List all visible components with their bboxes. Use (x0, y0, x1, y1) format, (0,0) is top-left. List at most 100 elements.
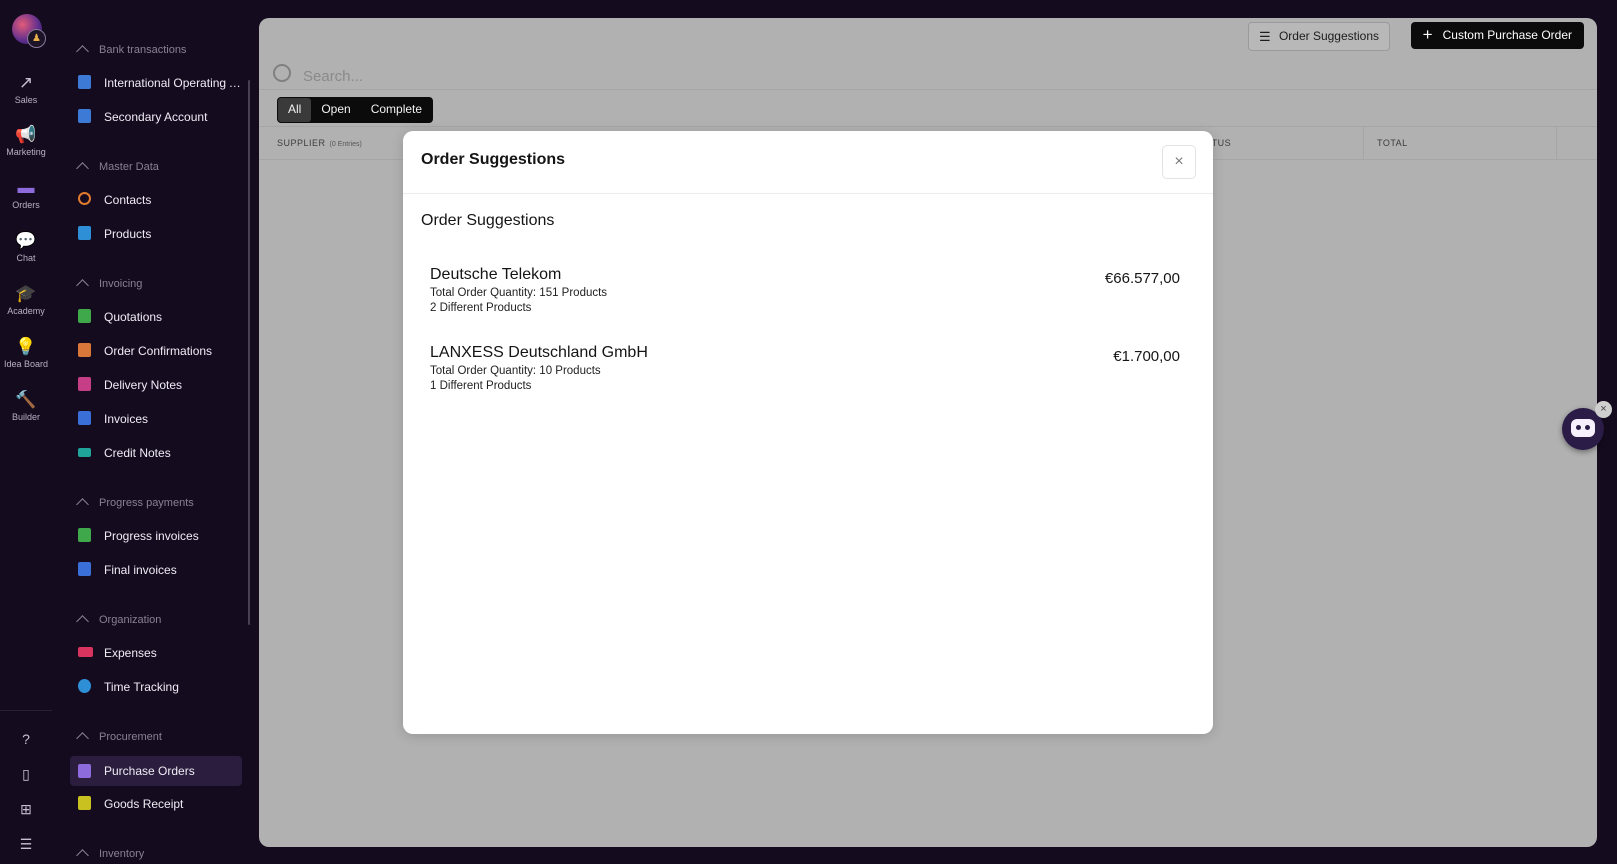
cash-icon (78, 647, 93, 657)
sidebar-item-label: Final invoices (104, 563, 177, 577)
filter-all[interactable]: All (278, 98, 312, 122)
document-icon (78, 343, 91, 357)
sidebar-item-secondary-account[interactable]: Secondary Account (76, 103, 240, 131)
suggestion-supplier: Deutsche Telekom (430, 266, 562, 283)
tag-icon (78, 448, 91, 457)
group-inventory[interactable]: Inventory (76, 848, 145, 862)
group-label: Bank transactions (99, 44, 187, 56)
person-icon (78, 192, 91, 205)
rail-label: Orders (12, 200, 40, 210)
bank-icon (78, 75, 91, 89)
sidebar-item-time-tracking[interactable]: Time Tracking (76, 673, 240, 701)
sidebar-item-expenses[interactable]: Expenses (76, 639, 240, 667)
filter-open[interactable]: Open (311, 98, 360, 122)
hammer-icon: 🔨 (15, 390, 37, 409)
column-total[interactable]: TOTAL (1377, 138, 1408, 148)
sidebar-item-credit-notes[interactable]: Credit Notes (76, 439, 240, 467)
apps-grid-icon[interactable]: ⊞ (0, 801, 52, 818)
rail-idea-board[interactable]: 💡 Idea Board (0, 337, 52, 369)
rail-orders[interactable]: ▬ Orders (0, 178, 52, 210)
sidebar-item-products[interactable]: Products (76, 220, 240, 248)
sidebar-item-label: Expenses (104, 646, 157, 660)
rail-marketing[interactable]: 📢 Marketing (0, 125, 52, 157)
group-progress-payments[interactable]: Progress payments (76, 497, 194, 511)
suggestion-product-count: 1 Different Products (430, 380, 532, 392)
sidebar-item-delivery-notes[interactable]: Delivery Notes (76, 371, 240, 399)
sidebar-item-label: Quotations (104, 310, 163, 324)
chevron-up-icon (76, 615, 89, 628)
rail-label: Idea Board (3, 359, 49, 369)
sidebar-item-invoices[interactable]: Invoices (76, 405, 240, 433)
cart-icon (78, 764, 91, 778)
stopwatch-icon (78, 679, 91, 693)
sliders-icon[interactable]: ☰ (0, 836, 52, 853)
rail-chat[interactable]: 💬 Chat (0, 231, 52, 263)
entries-count: (0 Entries) (329, 141, 362, 148)
sidebar-item-goods-receipt[interactable]: Goods Receipt (76, 790, 240, 818)
sidebar-scrollbar[interactable] (248, 80, 250, 625)
group-master-data[interactable]: Master Data (76, 161, 159, 175)
close-icon[interactable]: × (1162, 145, 1196, 179)
sidebar-item-label: Progress invoices (104, 529, 199, 543)
graduation-cap-icon: 🎓 (15, 284, 37, 303)
suggestion-item[interactable]: Deutsche Telekom Total Order Quantity: 1… (430, 266, 1180, 314)
group-label: Procurement (99, 731, 162, 743)
group-invoicing[interactable]: Invoicing (76, 278, 142, 292)
help-icon[interactable]: ? (0, 731, 52, 747)
column-divider (1556, 127, 1557, 159)
rail-builder[interactable]: 🔨 Builder (0, 390, 52, 422)
status-filter: All Open Complete (277, 97, 434, 123)
rail-label: Builder (11, 412, 40, 422)
modal-title: Order Suggestions (421, 151, 566, 168)
filter-complete[interactable]: Complete (361, 98, 432, 122)
rail-academy[interactable]: 🎓 Academy (0, 284, 52, 316)
plus-icon: + (1422, 25, 1433, 44)
user-avatar-icon: ♟ (27, 29, 46, 48)
sidebar-item-label: Time Tracking (104, 680, 179, 694)
suggestion-supplier: LANXESS Deutschland GmbH (430, 344, 648, 361)
divider (259, 89, 1597, 90)
sidebar-item-progress-invoices[interactable]: Progress invoices (76, 522, 240, 550)
search-input[interactable] (301, 62, 865, 90)
lightbulb-icon: 💡 (15, 337, 37, 356)
column-supplier-label: SUPPLIER (277, 138, 326, 148)
custom-purchase-order-button[interactable]: + Custom Purchase Order (1410, 22, 1584, 49)
sidebar-item-final-invoices[interactable]: Final invoices (76, 556, 240, 584)
chevron-up-icon (76, 279, 89, 292)
sidebar-item-contacts[interactable]: Contacts (76, 186, 240, 214)
sidebar-item-label: Contacts (104, 193, 152, 207)
orders-icon: ▬ (17, 178, 35, 197)
group-label: Inventory (99, 848, 145, 860)
rail-sales[interactable]: ↗ Sales (0, 73, 52, 105)
mobile-icon[interactable]: ▯ (0, 766, 52, 783)
sidebar-item-international-account[interactable]: International Operating Account (76, 69, 242, 97)
search-icon (273, 64, 291, 82)
sidebar-item-quotations[interactable]: Quotations (76, 303, 240, 331)
close-icon[interactable]: × (1595, 401, 1612, 418)
column-divider (1363, 127, 1364, 159)
group-bank-transactions[interactable]: Bank transactions (76, 44, 187, 58)
sidebar-item-label: International Operating Account (104, 76, 242, 90)
group-label: Organization (99, 614, 162, 626)
chevron-up-icon (76, 849, 89, 862)
box-icon (78, 796, 91, 810)
modal-divider (403, 193, 1213, 194)
rail-label: Academy (7, 306, 45, 316)
sidebar-item-order-confirmations[interactable]: Order Confirmations (76, 337, 240, 365)
sidebar-item-purchase-orders[interactable]: Purchase Orders (70, 756, 242, 786)
list-icon: ☰ (1258, 29, 1271, 44)
suggestion-item[interactable]: LANXESS Deutschland GmbH Total Order Qua… (430, 344, 1180, 392)
order-suggestions-button[interactable]: ☰ Order Suggestions (1247, 22, 1390, 51)
column-supplier[interactable]: SUPPLIER (0 Entries) (277, 138, 362, 148)
order-suggestions-modal: Order Suggestions × Order Suggestions De… (403, 131, 1213, 734)
document-icon (78, 411, 91, 425)
group-procurement[interactable]: Procurement (76, 731, 162, 745)
sidebar-item-label: Credit Notes (104, 446, 171, 460)
workspace-avatar[interactable]: ♟ (12, 14, 46, 48)
megaphone-icon: 📢 (15, 125, 37, 144)
document-icon (78, 528, 91, 542)
suggestion-amount: €1.700,00 (1113, 348, 1180, 365)
group-label: Progress payments (99, 497, 194, 509)
cart-icon (78, 226, 91, 240)
group-organization[interactable]: Organization (76, 614, 162, 628)
